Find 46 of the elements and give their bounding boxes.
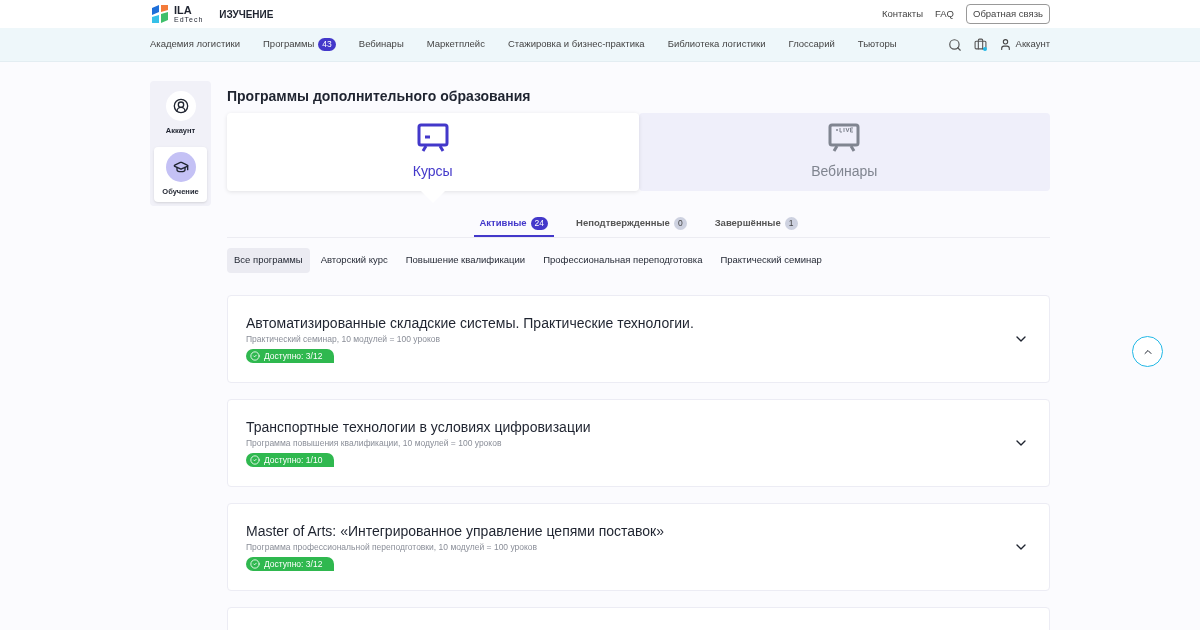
nav-link[interactable]: Программы 43	[263, 37, 336, 52]
nav-link[interactable]: Маркетплейс	[426, 37, 485, 52]
program-card[interactable]: Master of Arts: «Интегрированное управление цепями поставок» Программа профессиональной переподготовки, 10 модулей = 100 уроков Доступно: 3/12	[227, 502, 1050, 591]
program-subtitle: Программа повышения квалификации, 10 модулей = 100 уроков	[246, 436, 503, 450]
nav-link[interactable]: Стажировка и бизнес-практика	[507, 37, 645, 52]
availability-badge: Доступно: 1/10	[246, 452, 335, 468]
count-badge: 0	[673, 216, 687, 230]
briefcase-icon[interactable]	[973, 38, 987, 51]
availability-badge: Доступно: 3/12	[246, 348, 335, 364]
status-tab[interactable]: Неподтвержденные 0	[570, 216, 693, 238]
filter-chip[interactable]: Авторский курс	[313, 248, 395, 273]
header-link[interactable]: Контакты	[881, 6, 923, 22]
live-board-icon	[828, 122, 861, 153]
presentation-board-icon	[416, 122, 449, 153]
nav-link[interactable]: Библиотека логистики	[667, 37, 766, 52]
nav-link[interactable]: Академия логистики	[150, 37, 240, 52]
user-icon	[172, 98, 189, 115]
filter-chip[interactable]: Повышение квалификации	[398, 248, 533, 273]
logo-icon	[150, 4, 170, 24]
filter-chip[interactable]: Профессиональная переподготовка	[536, 248, 710, 273]
account-link[interactable]: Аккаунт	[998, 37, 1050, 52]
status-tab[interactable]: Активные 24	[473, 216, 555, 238]
search-icon[interactable]	[947, 37, 962, 52]
program-subtitle: Программа профессиональной переподготовки, 10 модулей = 100 уроков	[246, 540, 539, 554]
program-title: Транспортные технологии в условиях цифровизации	[246, 417, 592, 436]
filter-chip[interactable]: Практический семинар	[713, 248, 829, 273]
logo-title: ILA	[174, 5, 193, 16]
filter-chip[interactable]: Все программы	[227, 248, 310, 273]
nav-link[interactable]: Вебинары	[358, 37, 404, 52]
count-badge: 1	[784, 216, 798, 230]
header-link[interactable]: FAQ	[935, 6, 954, 22]
page-title: Программы дополнительного образования	[227, 87, 532, 106]
program-title: Master of Arts: «Интегрированное управление цепями поставок»	[246, 521, 666, 540]
program-card[interactable]: Автоматизированные складские системы. Практические технологии. Практический семинар, 10 модулей = 100 уроков Доступно: 3/12	[227, 294, 1050, 383]
nav-link[interactable]: Тьюторы	[857, 37, 897, 52]
user-icon	[998, 38, 1012, 51]
program-subtitle: Практический семинар, 10 модулей = 100 уроков	[246, 332, 441, 346]
nav-link[interactable]: Глоссарий	[788, 37, 835, 52]
program-title: Автоматизированные складские системы. Практические технологии.	[246, 313, 695, 332]
availability-badge: Доступно: 3/12	[246, 556, 335, 572]
section-title: ИЗУЧЕНИЕ	[219, 7, 274, 22]
count-badge: 43	[318, 38, 336, 51]
status-tab[interactable]: Завершённые 1	[708, 216, 804, 238]
program-card[interactable]: Транспортные технологии в условиях цифровизации Программа повышения квалификации, 10 модулей = 100 уроков Доступно: 1/10	[227, 398, 1050, 487]
count-badge: 24	[530, 216, 549, 230]
feedback-button[interactable]: Обратная связь	[966, 3, 1050, 25]
